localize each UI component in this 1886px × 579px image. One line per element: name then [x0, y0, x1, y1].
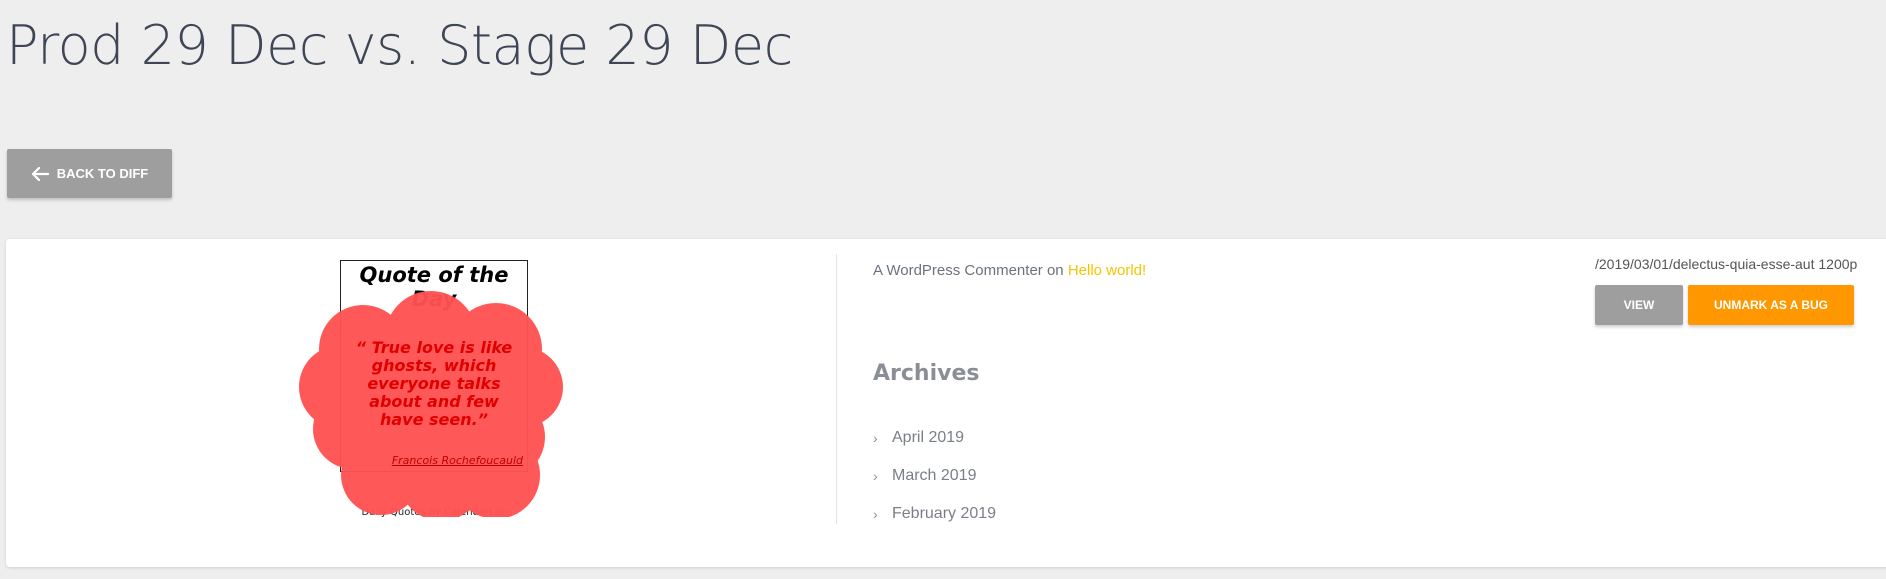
archive-item-label: February 2019 [892, 505, 997, 522]
quote-author-link[interactable]: Francois Rochefoucauld [392, 454, 523, 467]
diff-url: /2019/03/01/delectus-quia-esse-aut 1200p [1595, 256, 1858, 272]
archives-heading: Archives [873, 361, 980, 386]
chevron-right-icon: › [873, 430, 878, 446]
comment-post-link[interactable]: Hello world! [1068, 262, 1146, 279]
page-title: Prod 29 Dec vs. Stage 29 Dec [6, 14, 793, 77]
comment-author: A WordPress Commenter [873, 262, 1043, 279]
archive-item[interactable]: › March 2019 [873, 457, 996, 495]
quote-widget: Quote of the Day “ True love is like gho… [299, 260, 563, 517]
chevron-right-icon: › [873, 506, 878, 522]
unmark-as-bug-button[interactable]: UNMARK AS A BUG [1688, 285, 1854, 325]
recent-comment: A WordPress Commenter on Hello world! [873, 262, 1146, 279]
archive-item[interactable]: › April 2019 [873, 419, 996, 457]
archive-item-label: March 2019 [892, 467, 977, 484]
quote-text: “ True love is like ghosts, which everyo… [355, 338, 513, 429]
archive-item-label: April 2019 [892, 429, 965, 446]
quote-credit: Daily Quotes by CalendarLabs [361, 507, 513, 518]
diff-card: Quote of the Day “ True love is like gho… [6, 239, 1886, 567]
back-to-diff-button[interactable]: BACK TO DIFF [7, 149, 172, 198]
back-to-diff-label: BACK TO DIFF [56, 166, 149, 181]
quote-widget-title: Quote of the Day [359, 263, 509, 311]
column-divider [836, 254, 837, 524]
comment-connector: on [1046, 262, 1064, 279]
archive-item[interactable]: › February 2019 [873, 495, 996, 533]
view-button[interactable]: VIEW [1595, 285, 1683, 325]
archives-list: › April 2019 › March 2019 › February 201… [873, 419, 996, 533]
arrow-left-icon [31, 166, 49, 182]
chevron-right-icon: › [873, 468, 878, 484]
